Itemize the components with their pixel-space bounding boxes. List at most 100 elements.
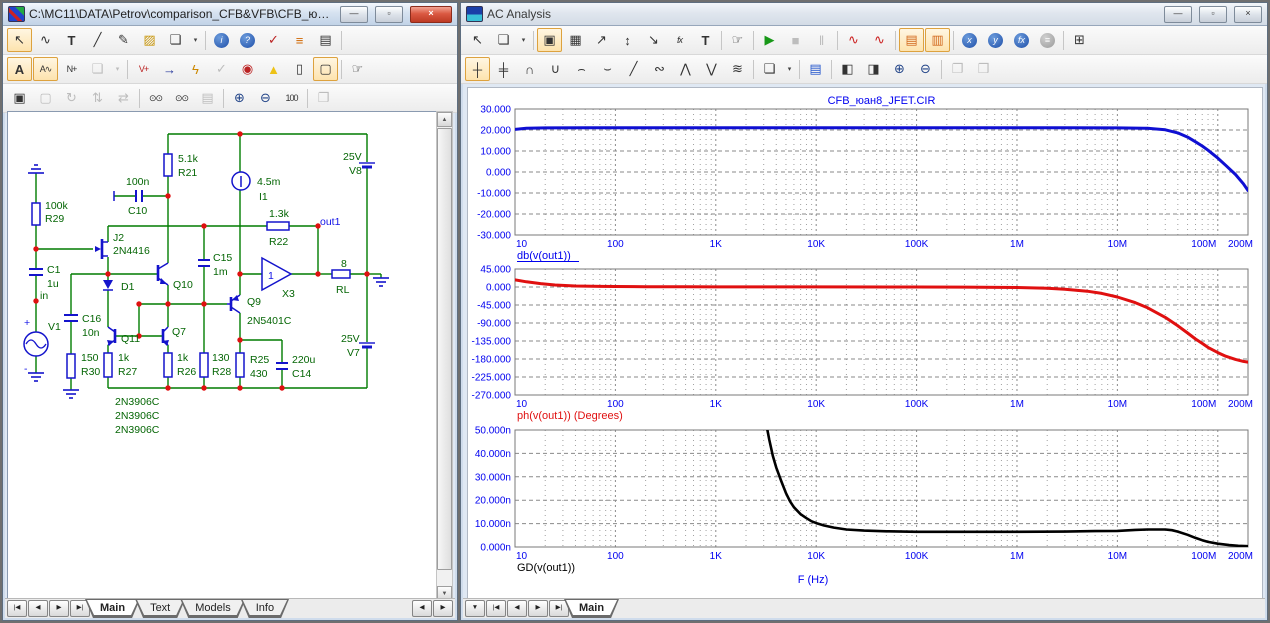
schematic-label[interactable]: D1	[121, 281, 135, 293]
schematic-label[interactable]: V8	[349, 165, 362, 177]
schematic-label[interactable]: RL	[336, 284, 350, 296]
select-tool-icon[interactable]: ↖	[7, 28, 32, 52]
schematic-label[interactable]: out1	[320, 216, 341, 228]
go-to-x-button[interactable]: ┼	[465, 57, 490, 81]
analysis-titlebar[interactable]: AC Analysis — ▫ ×	[461, 3, 1267, 26]
block-select-toggle-icon[interactable]: ▢	[313, 57, 338, 81]
horizontal-tag-mode-icon[interactable]: ↘	[641, 28, 666, 52]
schematic-canvas[interactable]: 100kR29C11uin+V1-C1610n150R30D1J22N4416Q…	[7, 111, 437, 602]
hscroll-hright-button[interactable]: ▶	[433, 600, 453, 617]
schematic-label[interactable]: 1	[268, 270, 274, 282]
vertical-axis-grids-toggle-icon[interactable]: ▥	[925, 28, 950, 52]
wire-mode-icon[interactable]: ∿	[33, 28, 58, 52]
schematic-label[interactable]: R28	[212, 366, 231, 378]
schematic-label[interactable]: C16	[82, 313, 101, 325]
formula-text-mode-icon[interactable]: fx	[667, 28, 692, 52]
schematic-label[interactable]: 1.3k	[269, 208, 290, 220]
page-edit-button[interactable]: ▤	[313, 28, 338, 52]
tab-models[interactable]: Models	[180, 599, 245, 618]
schematic-label[interactable]: 2N3906C	[115, 424, 160, 436]
schematic-label[interactable]: 10n	[82, 327, 100, 339]
schematic-label[interactable]: 220u	[292, 354, 316, 366]
maximize-button[interactable]: ▫	[1199, 6, 1227, 23]
zoom-in-button[interactable]: ⊕	[227, 86, 252, 110]
schematic-label[interactable]: 2N5401C	[247, 315, 292, 327]
schematic-label[interactable]: 2N4416	[113, 245, 150, 257]
schematic-label[interactable]: 1m	[213, 266, 228, 278]
node-numbers-toggle-icon[interactable]: N+	[59, 57, 84, 81]
schematic-label[interactable]: 1u	[47, 278, 59, 290]
text-mode-icon[interactable]: T	[693, 28, 718, 52]
tab-nav-next-button[interactable]: ▶	[49, 600, 69, 617]
node-voltages-toggle-icon[interactable]: V+	[131, 57, 156, 81]
stepping-button[interactable]: ≡	[287, 28, 312, 52]
schematic-label[interactable]: C10	[128, 205, 147, 217]
schematic-label[interactable]: C1	[47, 264, 61, 276]
schematic-vscrollbar[interactable]: ▲▼	[436, 111, 453, 602]
tab-nav-first-button[interactable]: |◀	[7, 600, 27, 617]
y-axis-settings-icon[interactable]: y	[983, 28, 1008, 52]
schematic-label[interactable]: R21	[178, 167, 197, 179]
info-mode-icon[interactable]: i	[209, 28, 234, 52]
analysis-limits-button[interactable]: ⊞	[1067, 28, 1092, 52]
minimize-button[interactable]: —	[340, 6, 368, 23]
numeric-output-button[interactable]: ▤	[803, 57, 828, 81]
schematic-label[interactable]: I1	[259, 191, 268, 203]
page-toggle-icon[interactable]: ▯	[287, 57, 312, 81]
schematic-label[interactable]: 25V	[343, 151, 362, 163]
valley-button[interactable]: ∪	[543, 57, 568, 81]
warnings-toggle-icon[interactable]: ▲	[261, 57, 286, 81]
run-button[interactable]: ▶	[757, 28, 782, 52]
tab-main[interactable]: Main	[85, 599, 140, 618]
tab-main[interactable]: Main	[564, 599, 619, 618]
select-box-button[interactable]: ▣	[7, 86, 32, 110]
cursor-left-button[interactable]: ◧	[835, 57, 860, 81]
tab-dropdown-button[interactable]: ▼	[465, 600, 485, 617]
picture-mode-icon[interactable]: ▨	[137, 28, 162, 52]
select-tool-icon[interactable]: ↖	[465, 28, 490, 52]
scroll-up-button[interactable]: ▲	[437, 112, 452, 127]
clipboard-dropdown[interactable]: ▾	[517, 28, 530, 52]
schematic-label[interactable]: 1k	[177, 352, 189, 364]
schematic-label[interactable]: 100k	[45, 200, 69, 212]
cursor-right-button[interactable]: ◨	[861, 57, 886, 81]
analysis-plot-panel[interactable]: 30.00020.00010.0000.000-10.000-20.000-30…	[467, 87, 1263, 600]
inflection-button[interactable]: ∾	[647, 57, 672, 81]
schematic-label[interactable]: 100n	[126, 176, 150, 188]
global-low-button[interactable]: ⋁	[699, 57, 724, 81]
schematic-label[interactable]: 2N3906C	[115, 410, 160, 422]
schematic-label[interactable]: 1k	[118, 352, 130, 364]
tab-nav-next-button[interactable]: ▶	[528, 600, 548, 617]
clipboard-button[interactable]: ❏	[491, 28, 516, 52]
schematic-label[interactable]: R27	[118, 366, 137, 378]
peak-button[interactable]: ∩	[517, 57, 542, 81]
schematic-label[interactable]: R26	[177, 366, 196, 378]
close-button[interactable]: ×	[1234, 6, 1262, 23]
maximize-button[interactable]: ▫	[375, 6, 403, 23]
x-axis-settings-icon[interactable]: x	[957, 28, 982, 52]
schematic-label[interactable]: V1	[48, 321, 61, 333]
schematic-label[interactable]: -	[24, 363, 28, 375]
graphics-mode-icon[interactable]: ✎	[111, 28, 136, 52]
schematic-label[interactable]: 8	[341, 258, 347, 270]
schematic-label[interactable]: R29	[45, 213, 64, 225]
hscroll-hleft-button[interactable]: ◀	[412, 600, 432, 617]
schematic-label[interactable]: X3	[282, 288, 295, 300]
scale-mode-icon[interactable]: ▣	[537, 28, 562, 52]
schematic-label[interactable]: 430	[250, 368, 268, 380]
schematic-label[interactable]: Q7	[172, 326, 186, 338]
fx-settings-icon[interactable]: fx	[1009, 28, 1034, 52]
tab-info[interactable]: Info	[241, 599, 289, 618]
point-tag-mode-icon[interactable]: ↗	[589, 28, 614, 52]
schematic-label[interactable]: R25	[250, 354, 269, 366]
go-to-y-button[interactable]: ╪	[491, 57, 516, 81]
schematic-label[interactable]: C15	[213, 252, 232, 264]
high-button[interactable]: ⌢	[569, 57, 594, 81]
zoom-out-button[interactable]: ⊖	[913, 57, 938, 81]
help-mode-icon[interactable]: ?	[235, 28, 260, 52]
waveform-label[interactable]: GD(v(out1))	[517, 562, 575, 574]
tab-nav-prev-button[interactable]: ◀	[28, 600, 48, 617]
properties-button[interactable]: ☞	[725, 28, 750, 52]
schematic-label[interactable]: C14	[292, 368, 311, 380]
schematic-label[interactable]: 5.1k	[178, 153, 199, 165]
